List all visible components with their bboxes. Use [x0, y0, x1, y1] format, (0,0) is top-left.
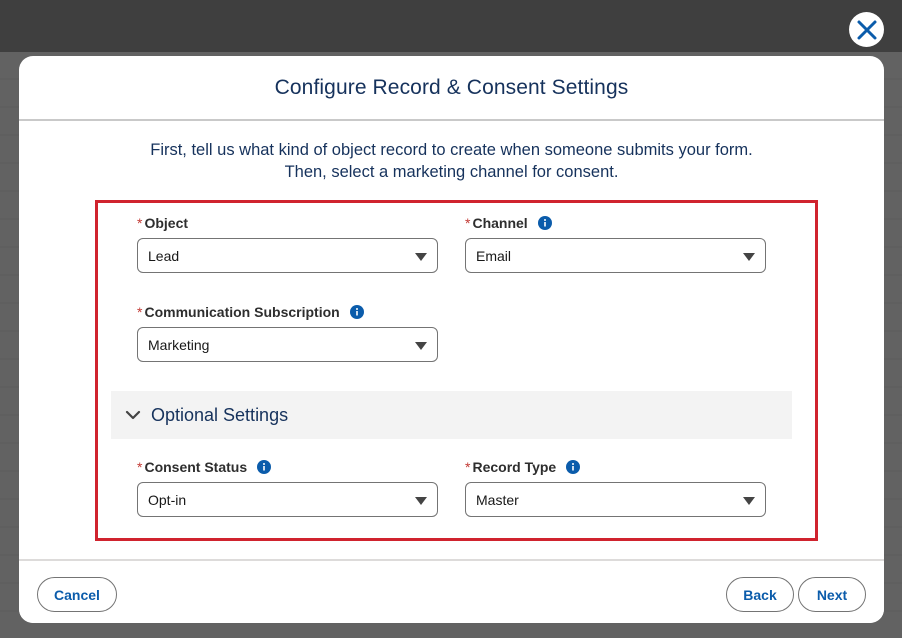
intro-line-1: First, tell us what kind of object recor… — [150, 141, 753, 159]
back-button[interactable]: Back — [726, 577, 794, 612]
record-type-label: * Record Type — [465, 458, 766, 476]
required-marker: * — [137, 304, 143, 320]
object-label: * Object — [137, 214, 438, 232]
consent-status-select[interactable]: Opt-in — [137, 482, 438, 517]
object-select-value: Lead — [148, 247, 180, 264]
communication-subscription-label-text: Communication Subscription — [144, 304, 340, 320]
channel-select-value: Email — [476, 247, 512, 264]
info-icon[interactable] — [537, 216, 552, 230]
cancel-button[interactable]: Cancel — [37, 577, 117, 612]
object-field: * Object Lead — [137, 214, 438, 273]
info-icon[interactable] — [349, 305, 364, 319]
record-type-field: * Record Type Master — [465, 458, 766, 517]
object-select[interactable]: Lead — [137, 238, 438, 273]
modal-title: Configure Record & Consent Settings — [274, 75, 629, 99]
optional-settings-toggle[interactable]: Optional Settings — [111, 391, 792, 439]
required-marker: * — [465, 459, 471, 475]
channel-label: * Channel — [465, 214, 766, 232]
next-button[interactable]: Next — [798, 577, 866, 612]
required-marker: * — [137, 215, 143, 231]
record-type-select-value: Master — [476, 491, 519, 508]
intro-line-2: Then, select a marketing channel for con… — [284, 163, 619, 181]
required-marker: * — [465, 215, 471, 231]
communication-subscription-field: * Communication Subscription Marketing — [137, 303, 438, 362]
communication-subscription-label: * Communication Subscription — [137, 303, 438, 321]
caret-down-icon — [415, 497, 427, 505]
object-label-text: Object — [144, 215, 189, 231]
channel-label-text: Channel — [472, 215, 528, 231]
optional-settings-title: Optional Settings — [151, 404, 289, 425]
channel-select[interactable]: Email — [465, 238, 766, 273]
close-modal-button[interactable] — [849, 12, 884, 47]
consent-status-label: * Consent Status — [137, 458, 438, 476]
record-type-select[interactable]: Master — [465, 482, 766, 517]
close-icon — [857, 20, 876, 39]
backdrop-header — [0, 0, 902, 52]
caret-down-icon — [743, 497, 755, 505]
chevron-down-icon — [125, 410, 141, 420]
consent-status-select-value: Opt-in — [148, 491, 187, 508]
modal-header: Configure Record & Consent Settings — [19, 56, 884, 121]
configure-settings-modal: Configure Record & Consent Settings Firs… — [19, 56, 884, 623]
info-icon[interactable] — [257, 460, 272, 474]
modal-footer: Cancel Back Next — [19, 559, 884, 623]
consent-status-field: * Consent Status Opt-in — [137, 458, 438, 517]
channel-field: * Channel Email — [465, 214, 766, 273]
caret-down-icon — [743, 253, 755, 261]
consent-status-label-text: Consent Status — [144, 459, 248, 475]
communication-subscription-select-value: Marketing — [148, 336, 210, 353]
caret-down-icon — [415, 342, 427, 350]
caret-down-icon — [415, 253, 427, 261]
info-icon[interactable] — [566, 460, 581, 474]
communication-subscription-select[interactable]: Marketing — [137, 327, 438, 362]
record-type-label-text: Record Type — [472, 459, 557, 475]
intro-text: First, tell us what kind of object recor… — [19, 139, 884, 183]
required-marker: * — [137, 459, 143, 475]
